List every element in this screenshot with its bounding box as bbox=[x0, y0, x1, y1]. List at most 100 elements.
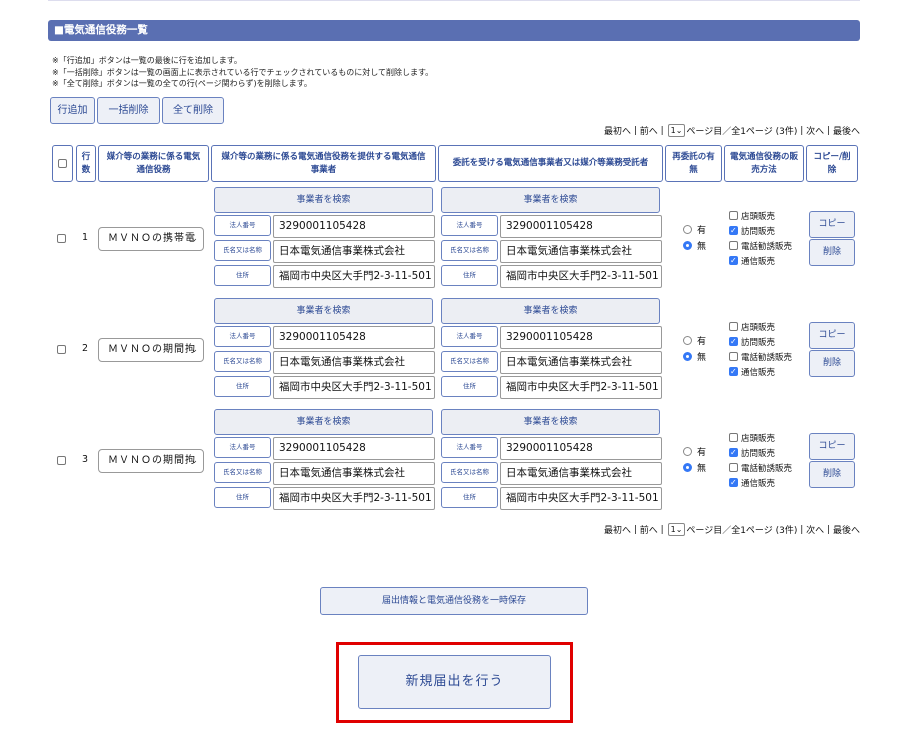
sales-mail-label: 通信販売 bbox=[741, 257, 776, 267]
provider-corp-number-input[interactable]: 3290001105428 bbox=[273, 437, 435, 460]
page-select[interactable]: 1 ⌄ bbox=[667, 523, 686, 536]
consignee-corp-number-label: 法人番号 bbox=[441, 437, 498, 458]
pager-prev-link[interactable]: 前へ bbox=[640, 523, 658, 536]
copy-button[interactable]: コピー bbox=[809, 322, 855, 349]
pager-info: ページ目／全1ページ (3件) bbox=[686, 127, 798, 137]
provider-corp-number-input[interactable]: 3290001105428 bbox=[273, 215, 435, 238]
row-checkbox[interactable] bbox=[57, 345, 66, 354]
consignee-corp-number-input[interactable]: 3290001105428 bbox=[500, 326, 662, 349]
row-number: 3 bbox=[82, 454, 89, 465]
consignee-search-button[interactable]: 事業者を検索 bbox=[441, 409, 660, 435]
pager-last-link[interactable]: 最後へ bbox=[833, 523, 860, 536]
resub-yes-label: 有 bbox=[697, 337, 707, 347]
row-checkbox[interactable] bbox=[57, 234, 66, 243]
pager-bottom: 最初へ | 前へ | 1 ⌄ ページ目／全1ページ (3件) | 次へ | 最後へ bbox=[604, 523, 860, 536]
sales-mail-checkbox[interactable] bbox=[729, 367, 738, 376]
temporary-save-button[interactable]: 届出情報と電気通信役務を一時保存 bbox=[320, 587, 588, 615]
consignee-name-input[interactable]: 日本電気通信事業株式会社 bbox=[500, 462, 662, 485]
provider-address-input[interactable]: 福岡市中央区大手門2-3-11-501 bbox=[273, 487, 435, 510]
consignee-address-input[interactable]: 福岡市中央区大手門2-3-11-501 bbox=[500, 265, 662, 288]
consignee-name-label: 氏名又は名称 bbox=[441, 240, 498, 261]
sales-visit-label: 訪問販売 bbox=[741, 338, 776, 348]
provider-name-input[interactable]: 日本電気通信事業株式会社 bbox=[273, 351, 435, 374]
new-submission-button[interactable]: 新規届出を行う bbox=[358, 655, 551, 709]
header-select-all-cell bbox=[52, 145, 73, 182]
sales-visit-checkbox[interactable] bbox=[729, 226, 738, 235]
service-select[interactable]: ＭＶＮＯの期間拘 ⌄ bbox=[98, 449, 204, 473]
pager-sep: | bbox=[827, 125, 831, 136]
chevron-down-icon: ⌄ bbox=[675, 126, 683, 135]
pager-sep: | bbox=[633, 125, 637, 136]
pager-next-link[interactable]: 次へ bbox=[806, 523, 824, 536]
notes: ※「行追加」ボタンは一覧の最後に行を追加します。 ※「一括削除」ボタンは一覧の画… bbox=[52, 55, 433, 90]
consignee-corp-number-input[interactable]: 3290001105428 bbox=[500, 437, 662, 460]
pager-next-link[interactable]: 次へ bbox=[806, 124, 824, 137]
sales-phone-checkbox[interactable] bbox=[729, 352, 738, 361]
consignee-corp-number-label: 法人番号 bbox=[441, 215, 498, 236]
bulk-delete-button[interactable]: 一括削除 bbox=[97, 97, 160, 124]
row-checkbox[interactable] bbox=[57, 456, 66, 465]
consignee-address-label: 住所 bbox=[441, 376, 498, 397]
pager-last-link[interactable]: 最後へ bbox=[833, 124, 860, 137]
provider-address-label: 住所 bbox=[214, 487, 271, 508]
select-all-checkbox[interactable] bbox=[58, 159, 67, 168]
pager-sep: | bbox=[800, 125, 804, 136]
copy-button[interactable]: コピー bbox=[809, 211, 855, 238]
provider-search-button[interactable]: 事業者を検索 bbox=[214, 409, 433, 435]
provider-corp-number-label: 法人番号 bbox=[214, 326, 271, 347]
consignee-address-input[interactable]: 福岡市中央区大手門2-3-11-501 bbox=[500, 487, 662, 510]
sales-visit-checkbox[interactable] bbox=[729, 337, 738, 346]
consignee-address-input[interactable]: 福岡市中央区大手門2-3-11-501 bbox=[500, 376, 662, 399]
copy-button[interactable]: コピー bbox=[809, 433, 855, 460]
row-number: 1 bbox=[82, 232, 89, 243]
pager-first-link[interactable]: 最初へ bbox=[604, 124, 631, 137]
resub-no-radio[interactable] bbox=[683, 463, 692, 472]
header-resubcontract: 再委託の有無 bbox=[665, 145, 722, 182]
provider-search-button[interactable]: 事業者を検索 bbox=[214, 298, 433, 324]
sales-visit-checkbox[interactable] bbox=[729, 448, 738, 457]
header-service: 媒介等の業務に係る電気通信役務 bbox=[98, 145, 209, 182]
page-select[interactable]: 1 ⌄ bbox=[667, 124, 686, 137]
sales-storefront-checkbox[interactable] bbox=[729, 322, 738, 331]
resub-yes-radio[interactable] bbox=[683, 225, 692, 234]
sales-phone-checkbox[interactable] bbox=[729, 241, 738, 250]
provider-address-input[interactable]: 福岡市中央区大手門2-3-11-501 bbox=[273, 265, 435, 288]
provider-search-button[interactable]: 事業者を検索 bbox=[214, 187, 433, 213]
resub-yes-label: 有 bbox=[697, 226, 707, 236]
provider-address-input[interactable]: 福岡市中央区大手門2-3-11-501 bbox=[273, 376, 435, 399]
provider-name-input[interactable]: 日本電気通信事業株式会社 bbox=[273, 240, 435, 263]
sales-mail-checkbox[interactable] bbox=[729, 478, 738, 487]
service-select[interactable]: ＭＶＮＯの期間拘 ⌄ bbox=[98, 338, 204, 362]
provider-name-input[interactable]: 日本電気通信事業株式会社 bbox=[273, 462, 435, 485]
delete-button[interactable]: 削除 bbox=[809, 350, 855, 377]
consignee-search-button[interactable]: 事業者を検索 bbox=[441, 298, 660, 324]
consignee-name-input[interactable]: 日本電気通信事業株式会社 bbox=[500, 240, 662, 263]
service-select[interactable]: ＭＶＮＯの携帯電 ⌄ bbox=[98, 227, 204, 251]
consignee-corp-number-input[interactable]: 3290001105428 bbox=[500, 215, 662, 238]
service-select-value: ＭＶＮＯの携帯電 bbox=[108, 233, 196, 244]
consignee-address-label: 住所 bbox=[441, 487, 498, 508]
pager-prev-link[interactable]: 前へ bbox=[640, 124, 658, 137]
resub-no-label: 無 bbox=[697, 464, 707, 474]
sales-mail-checkbox[interactable] bbox=[729, 256, 738, 265]
sales-mail-label: 通信販売 bbox=[741, 479, 776, 489]
resub-yes-radio[interactable] bbox=[683, 447, 692, 456]
delete-all-button[interactable]: 全て削除 bbox=[162, 97, 224, 124]
consignee-search-button[interactable]: 事業者を検索 bbox=[441, 187, 660, 213]
sales-phone-checkbox[interactable] bbox=[729, 463, 738, 472]
delete-button[interactable]: 削除 bbox=[809, 239, 855, 266]
delete-button[interactable]: 削除 bbox=[809, 461, 855, 488]
pager-first-link[interactable]: 最初へ bbox=[604, 523, 631, 536]
provider-corp-number-input[interactable]: 3290001105428 bbox=[273, 326, 435, 349]
consignee-name-input[interactable]: 日本電気通信事業株式会社 bbox=[500, 351, 662, 374]
add-row-button[interactable]: 行追加 bbox=[50, 97, 95, 124]
resub-no-radio[interactable] bbox=[683, 352, 692, 361]
top-divider bbox=[48, 0, 860, 1]
provider-address-label: 住所 bbox=[214, 265, 271, 286]
resub-no-radio[interactable] bbox=[683, 241, 692, 250]
sales-storefront-checkbox[interactable] bbox=[729, 211, 738, 220]
resub-yes-radio[interactable] bbox=[683, 336, 692, 345]
sales-storefront-checkbox[interactable] bbox=[729, 433, 738, 442]
sales-storefront-label: 店頭販売 bbox=[741, 434, 776, 444]
resub-no-label: 無 bbox=[697, 242, 707, 252]
